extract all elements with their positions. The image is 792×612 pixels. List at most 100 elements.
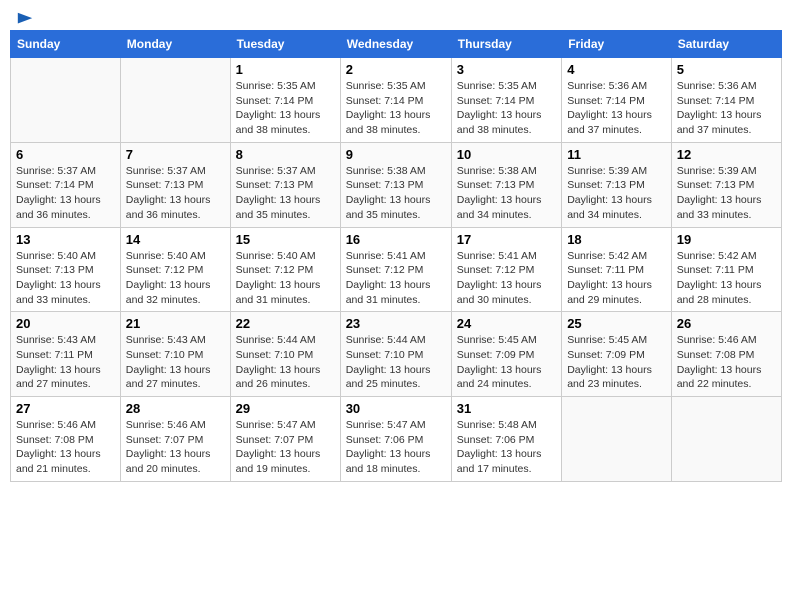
day-number: 25 — [567, 316, 666, 331]
day-info: Sunrise: 5:38 AM Sunset: 7:13 PM Dayligh… — [457, 164, 556, 223]
day-number: 1 — [236, 62, 335, 77]
calendar-cell — [11, 58, 121, 143]
calendar-week-row: 6 Sunrise: 5:37 AM Sunset: 7:14 PM Daylig… — [11, 142, 782, 227]
day-of-week-header: Sunday — [11, 31, 121, 58]
calendar-cell: 14 Sunrise: 5:40 AM Sunset: 7:12 PM Dayli… — [120, 227, 230, 312]
calendar-week-row: 13Sunrise: 5:40 AM Sunset: 7:13 PM Dayli… — [11, 227, 782, 312]
day-info: Sunrise: 5:44 AM Sunset: 7:10 PM Dayligh… — [346, 333, 446, 392]
calendar-cell: 29 Sunrise: 5:47 AM Sunset: 7:07 PM Dayli… — [230, 397, 340, 482]
day-number: 29 — [236, 401, 335, 416]
day-number: 6 — [16, 147, 115, 162]
calendar-cell: 9 Sunrise: 5:38 AM Sunset: 7:13 PM Daylig… — [340, 142, 451, 227]
day-number: 30 — [346, 401, 446, 416]
day-info: Sunrise: 5:41 AM Sunset: 7:12 PM Dayligh… — [457, 249, 556, 308]
day-info: Sunrise: 5:37 AM Sunset: 7:14 PM Dayligh… — [16, 164, 115, 223]
day-info: Sunrise: 5:47 AM Sunset: 7:06 PM Dayligh… — [346, 418, 446, 477]
day-info: Sunrise: 5:45 AM Sunset: 7:09 PM Dayligh… — [457, 333, 556, 392]
day-info: Sunrise: 5:43 AM Sunset: 7:10 PM Dayligh… — [126, 333, 225, 392]
calendar-cell: 24 Sunrise: 5:45 AM Sunset: 7:09 PM Dayli… — [451, 312, 561, 397]
day-of-week-header: Wednesday — [340, 31, 451, 58]
day-number: 12 — [677, 147, 776, 162]
calendar-cell: 31 Sunrise: 5:48 AM Sunset: 7:06 PM Dayli… — [451, 397, 561, 482]
day-number: 11 — [567, 147, 666, 162]
calendar-cell: 28 Sunrise: 5:46 AM Sunset: 7:07 PM Dayli… — [120, 397, 230, 482]
calendar-cell: 19 Sunrise: 5:42 AM Sunset: 7:11 PM Dayli… — [671, 227, 781, 312]
day-number: 9 — [346, 147, 446, 162]
day-number: 16 — [346, 232, 446, 247]
calendar-week-row: 20 Sunrise: 5:43 AM Sunset: 7:11 PM Dayli… — [11, 312, 782, 397]
calendar-cell: 22Sunrise: 5:44 AM Sunset: 7:10 PM Dayli… — [230, 312, 340, 397]
day-info: Sunrise: 5:43 AM Sunset: 7:11 PM Dayligh… — [16, 333, 115, 392]
day-number: 23 — [346, 316, 446, 331]
calendar-week-row: 27Sunrise: 5:46 AM Sunset: 7:08 PM Dayli… — [11, 397, 782, 482]
day-number: 19 — [677, 232, 776, 247]
day-info: Sunrise: 5:44 AM Sunset: 7:10 PM Dayligh… — [236, 333, 335, 392]
calendar-cell: 15Sunrise: 5:40 AM Sunset: 7:12 PM Dayli… — [230, 227, 340, 312]
day-number: 26 — [677, 316, 776, 331]
day-info: Sunrise: 5:42 AM Sunset: 7:11 PM Dayligh… — [567, 249, 666, 308]
day-number: 31 — [457, 401, 556, 416]
calendar-cell: 27Sunrise: 5:46 AM Sunset: 7:08 PM Dayli… — [11, 397, 121, 482]
day-info: Sunrise: 5:39 AM Sunset: 7:13 PM Dayligh… — [567, 164, 666, 223]
day-number: 28 — [126, 401, 225, 416]
day-info: Sunrise: 5:48 AM Sunset: 7:06 PM Dayligh… — [457, 418, 556, 477]
day-number: 5 — [677, 62, 776, 77]
day-info: Sunrise: 5:35 AM Sunset: 7:14 PM Dayligh… — [457, 79, 556, 138]
day-info: Sunrise: 5:47 AM Sunset: 7:07 PM Dayligh… — [236, 418, 335, 477]
day-info: Sunrise: 5:37 AM Sunset: 7:13 PM Dayligh… — [126, 164, 225, 223]
day-info: Sunrise: 5:38 AM Sunset: 7:13 PM Dayligh… — [346, 164, 446, 223]
day-number: 4 — [567, 62, 666, 77]
day-number: 20 — [16, 316, 115, 331]
calendar-cell: 16 Sunrise: 5:41 AM Sunset: 7:12 PM Dayli… — [340, 227, 451, 312]
calendar-cell: 1 Sunrise: 5:35 AM Sunset: 7:14 PM Daylig… — [230, 58, 340, 143]
calendar-cell: 20 Sunrise: 5:43 AM Sunset: 7:11 PM Dayli… — [11, 312, 121, 397]
day-info: Sunrise: 5:36 AM Sunset: 7:14 PM Dayligh… — [677, 79, 776, 138]
day-info: Sunrise: 5:35 AM Sunset: 7:14 PM Dayligh… — [236, 79, 335, 138]
calendar-cell: 6 Sunrise: 5:37 AM Sunset: 7:14 PM Daylig… — [11, 142, 121, 227]
day-info: Sunrise: 5:39 AM Sunset: 7:13 PM Dayligh… — [677, 164, 776, 223]
day-of-week-header: Friday — [562, 31, 672, 58]
day-info: Sunrise: 5:37 AM Sunset: 7:13 PM Dayligh… — [236, 164, 335, 223]
day-number: 24 — [457, 316, 556, 331]
calendar-cell: 26 Sunrise: 5:46 AM Sunset: 7:08 PM Dayli… — [671, 312, 781, 397]
day-info: Sunrise: 5:40 AM Sunset: 7:12 PM Dayligh… — [236, 249, 335, 308]
day-info: Sunrise: 5:36 AM Sunset: 7:14 PM Dayligh… — [567, 79, 666, 138]
day-info: Sunrise: 5:46 AM Sunset: 7:07 PM Dayligh… — [126, 418, 225, 477]
day-of-week-header: Saturday — [671, 31, 781, 58]
day-info: Sunrise: 5:46 AM Sunset: 7:08 PM Dayligh… — [677, 333, 776, 392]
calendar-cell: 21Sunrise: 5:43 AM Sunset: 7:10 PM Dayli… — [120, 312, 230, 397]
day-info: Sunrise: 5:40 AM Sunset: 7:13 PM Dayligh… — [16, 249, 115, 308]
calendar-cell: 17 Sunrise: 5:41 AM Sunset: 7:12 PM Dayli… — [451, 227, 561, 312]
day-number: 14 — [126, 232, 225, 247]
page-header — [10, 10, 782, 22]
day-number: 2 — [346, 62, 446, 77]
calendar-header-row: SundayMondayTuesdayWednesdayThursdayFrid… — [11, 31, 782, 58]
calendar-cell — [562, 397, 672, 482]
day-number: 3 — [457, 62, 556, 77]
calendar-cell: 3 Sunrise: 5:35 AM Sunset: 7:14 PM Daylig… — [451, 58, 561, 143]
calendar-cell: 23 Sunrise: 5:44 AM Sunset: 7:10 PM Dayli… — [340, 312, 451, 397]
calendar-cell: 8 Sunrise: 5:37 AM Sunset: 7:13 PM Daylig… — [230, 142, 340, 227]
calendar-cell: 5 Sunrise: 5:36 AM Sunset: 7:14 PM Daylig… — [671, 58, 781, 143]
logo-flag-icon — [16, 10, 34, 28]
calendar-cell: 7Sunrise: 5:37 AM Sunset: 7:13 PM Daylig… — [120, 142, 230, 227]
day-info: Sunrise: 5:41 AM Sunset: 7:12 PM Dayligh… — [346, 249, 446, 308]
day-info: Sunrise: 5:40 AM Sunset: 7:12 PM Dayligh… — [126, 249, 225, 308]
day-number: 17 — [457, 232, 556, 247]
calendar-week-row: 1 Sunrise: 5:35 AM Sunset: 7:14 PM Daylig… — [11, 58, 782, 143]
calendar-cell: 25Sunrise: 5:45 AM Sunset: 7:09 PM Dayli… — [562, 312, 672, 397]
day-number: 8 — [236, 147, 335, 162]
calendar-cell: 11 Sunrise: 5:39 AM Sunset: 7:13 PM Dayli… — [562, 142, 672, 227]
calendar-cell: 10 Sunrise: 5:38 AM Sunset: 7:13 PM Dayli… — [451, 142, 561, 227]
day-info: Sunrise: 5:35 AM Sunset: 7:14 PM Dayligh… — [346, 79, 446, 138]
day-info: Sunrise: 5:42 AM Sunset: 7:11 PM Dayligh… — [677, 249, 776, 308]
calendar-cell: 4 Sunrise: 5:36 AM Sunset: 7:14 PM Daylig… — [562, 58, 672, 143]
day-of-week-header: Thursday — [451, 31, 561, 58]
calendar-cell: 18 Sunrise: 5:42 AM Sunset: 7:11 PM Dayli… — [562, 227, 672, 312]
calendar-cell: 2 Sunrise: 5:35 AM Sunset: 7:14 PM Daylig… — [340, 58, 451, 143]
calendar-table: SundayMondayTuesdayWednesdayThursdayFrid… — [10, 30, 782, 482]
logo — [14, 10, 34, 22]
calendar-cell — [671, 397, 781, 482]
day-number: 10 — [457, 147, 556, 162]
day-number: 18 — [567, 232, 666, 247]
